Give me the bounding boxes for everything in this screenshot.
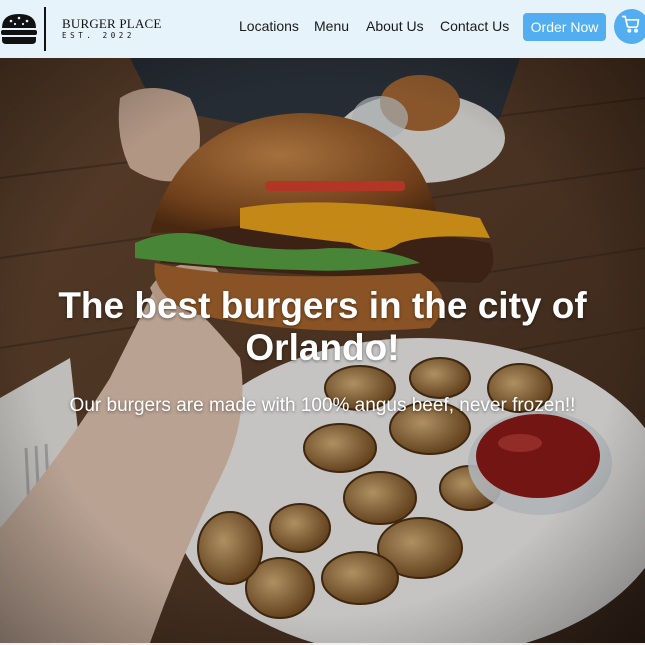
order-now-button[interactable]: Order Now: [523, 13, 606, 41]
nav-link-about-us[interactable]: About Us: [366, 18, 424, 34]
hero-title: The best burgers in the city of Orlando!: [58, 285, 587, 368]
site-header: BURGER PLACE EST. 2022 Locations Menu Ab…: [0, 0, 645, 58]
burger-icon[interactable]: [0, 12, 38, 46]
nav-link-locations[interactable]: Locations: [239, 18, 299, 34]
nav-link-menu[interactable]: Menu: [314, 18, 349, 34]
cart-button[interactable]: [614, 9, 645, 44]
brand-name[interactable]: BURGER PLACE: [62, 16, 162, 32]
brand-established: EST. 2022: [62, 31, 136, 40]
shopping-cart-icon: [621, 14, 641, 39]
nav-link-contact-us[interactable]: Contact Us: [440, 18, 509, 34]
hero-subtitle: Our burgers are made with 100% angus bee…: [69, 395, 576, 416]
hero-section: The best burgers in the city of Orlando!…: [0, 58, 645, 643]
logo-divider: [44, 7, 46, 51]
